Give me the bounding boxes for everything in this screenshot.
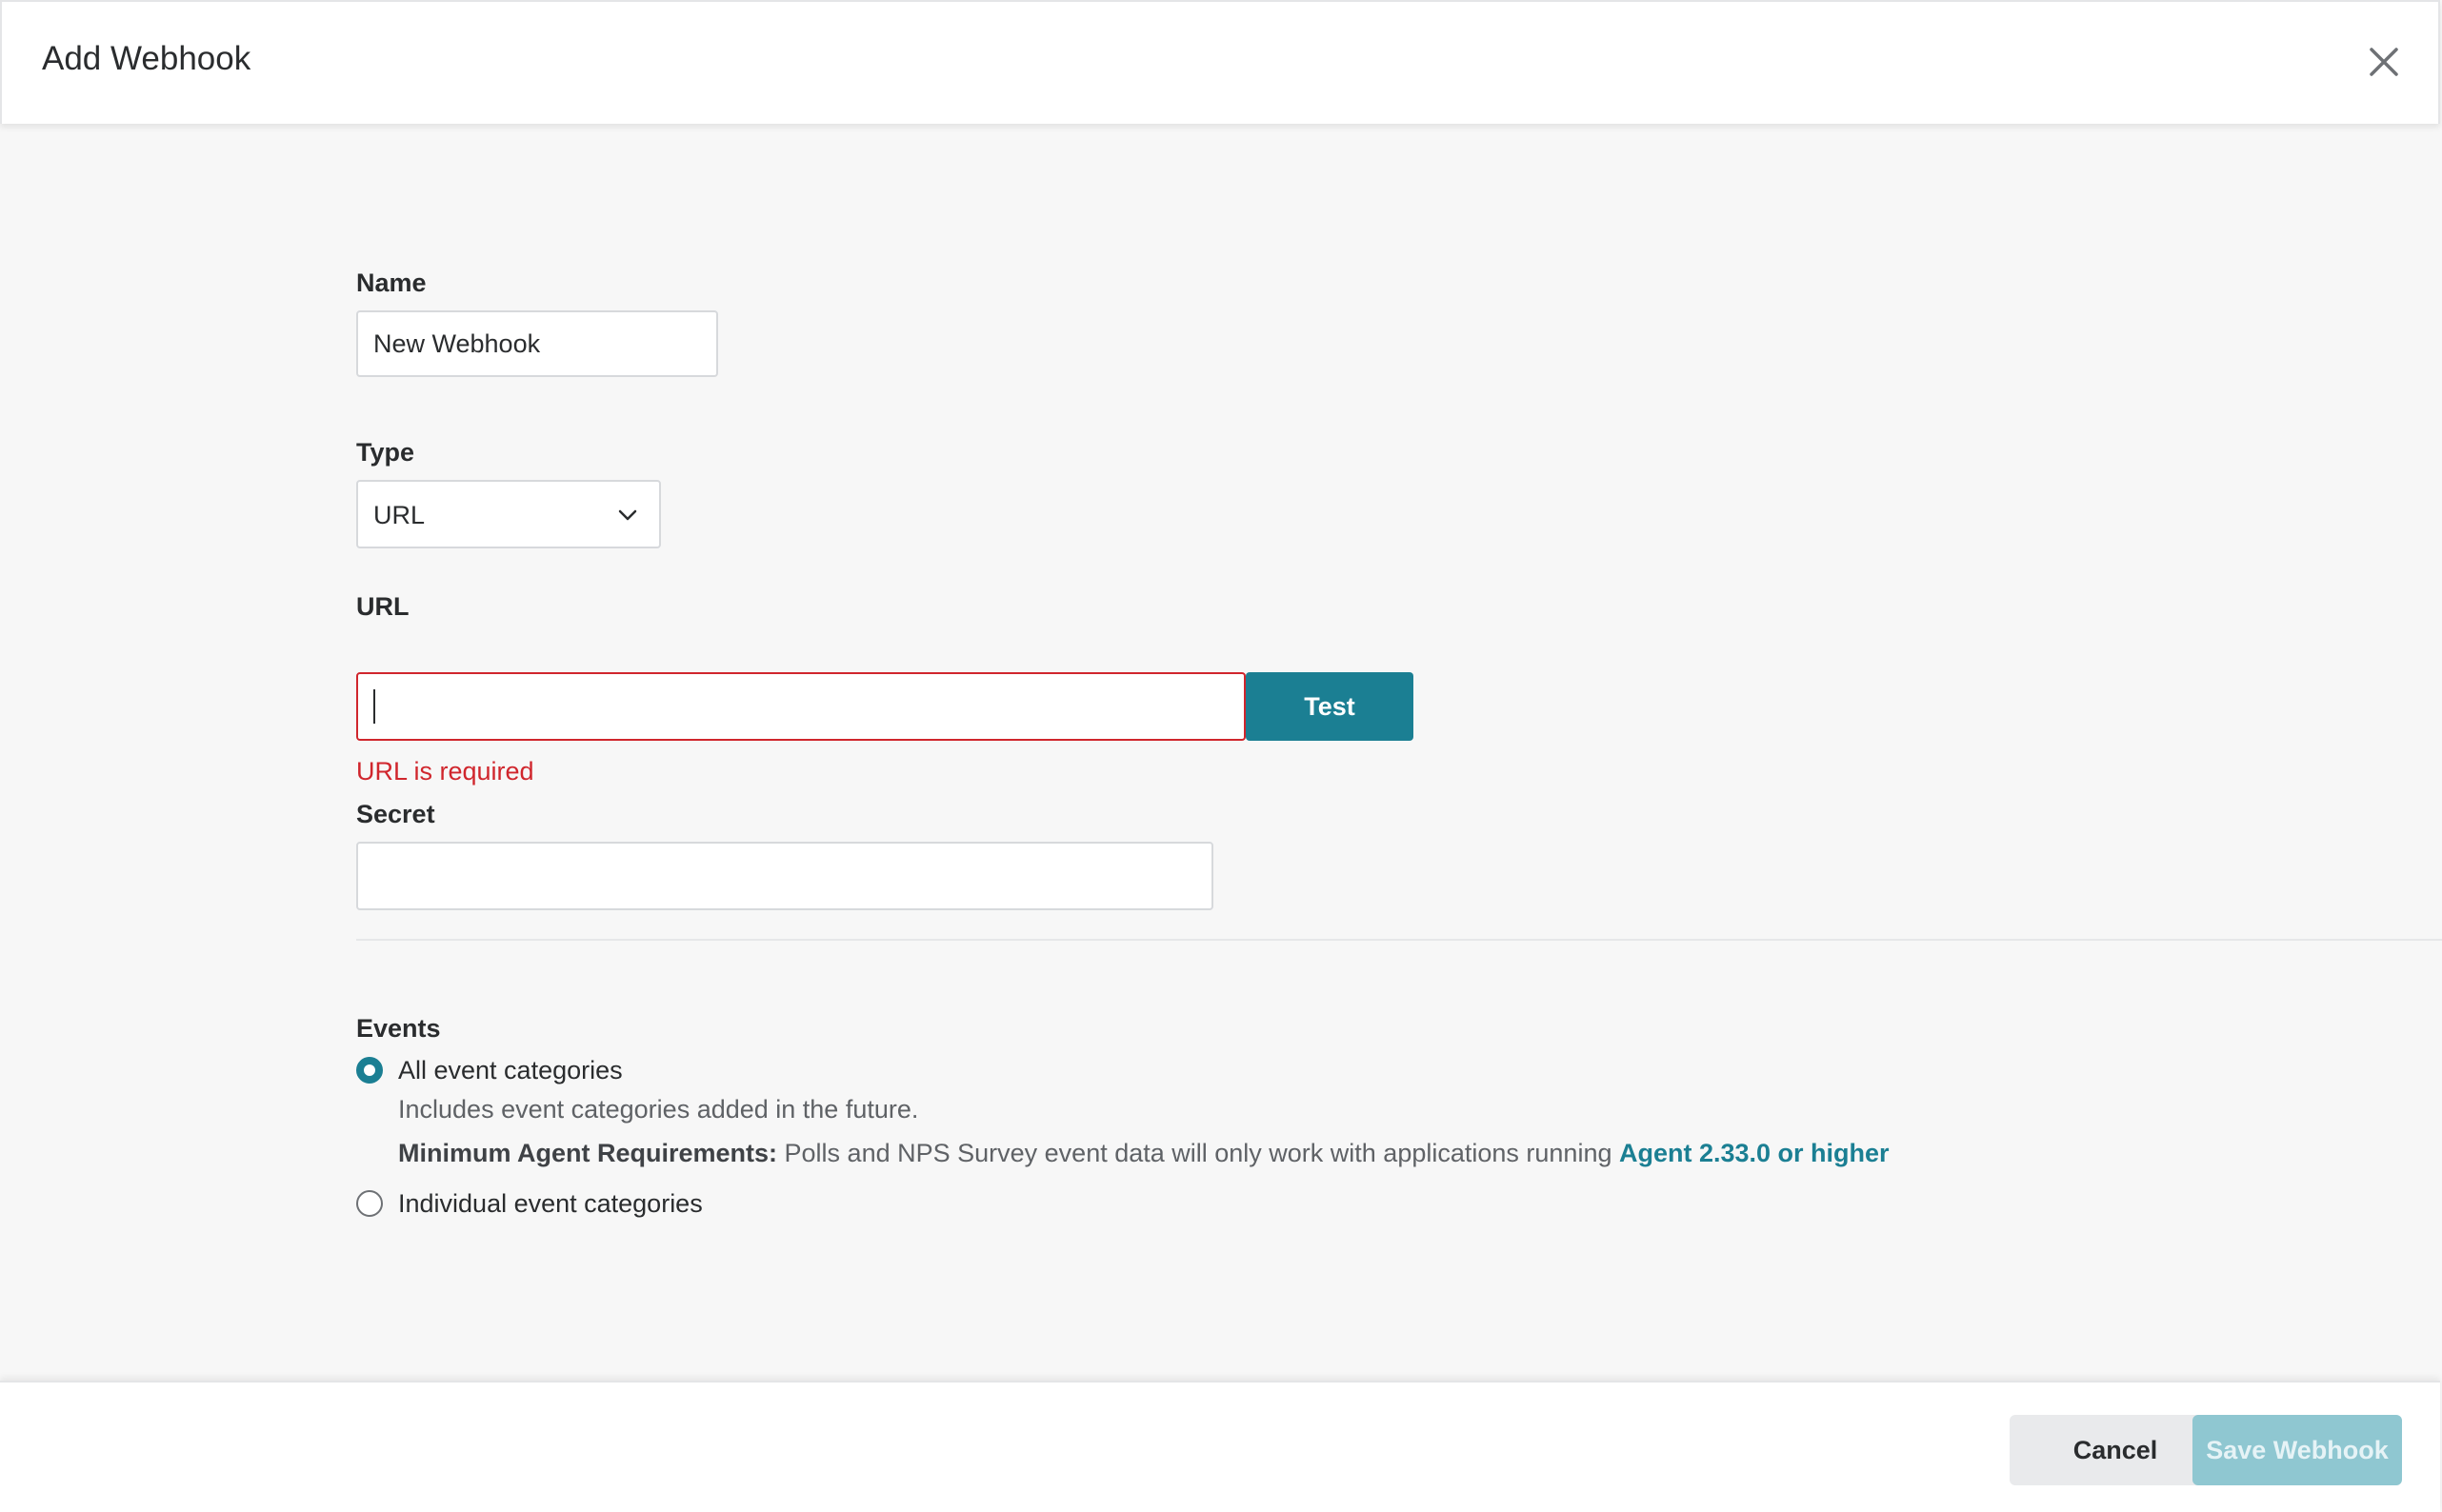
all-events-description: Includes event categories added in the f… xyxy=(398,1095,919,1124)
events-label: Events xyxy=(356,1014,441,1043)
dialog-header: Add Webhook xyxy=(0,0,2440,124)
agent-requirements-note: Minimum Agent Requirements: Polls and NP… xyxy=(398,1139,1890,1168)
dialog-title: Add Webhook xyxy=(42,40,251,77)
type-label: Type xyxy=(356,438,415,467)
test-button[interactable]: Test xyxy=(1246,672,1413,741)
requirements-prefix: Minimum Agent Requirements: xyxy=(398,1139,778,1167)
save-webhook-button: Save Webhook xyxy=(2192,1415,2402,1485)
section-divider xyxy=(356,939,2442,941)
url-input[interactable] xyxy=(356,672,1246,741)
name-label: Name xyxy=(356,269,427,297)
type-select-value: URL xyxy=(373,501,426,529)
radio-individual-event-categories[interactable] xyxy=(356,1190,383,1217)
requirements-text: Polls and NPS Survey event data will onl… xyxy=(777,1139,1619,1167)
radio-all-event-categories[interactable] xyxy=(356,1057,383,1084)
url-error-message: URL is required xyxy=(356,757,534,786)
cancel-button[interactable]: Cancel xyxy=(2010,1415,2221,1485)
webhook-form: Name Type URL URL Test URL is required S… xyxy=(0,0,2442,1510)
text-cursor xyxy=(373,689,375,724)
close-icon[interactable] xyxy=(2362,40,2406,84)
name-input[interactable] xyxy=(356,310,718,377)
secret-input[interactable] xyxy=(356,842,1213,910)
chevron-down-icon xyxy=(617,507,638,524)
radio-label-individual-event-categories[interactable]: Individual event categories xyxy=(398,1189,703,1219)
dialog-footer: Cancel Save Webhook xyxy=(0,1381,2440,1512)
agent-version-link[interactable]: Agent 2.33.0 or higher xyxy=(1619,1139,1890,1167)
url-label: URL xyxy=(356,592,410,621)
type-select[interactable]: URL xyxy=(356,480,661,548)
radio-label-all-event-categories[interactable]: All event categories xyxy=(398,1056,623,1085)
secret-label: Secret xyxy=(356,800,435,828)
